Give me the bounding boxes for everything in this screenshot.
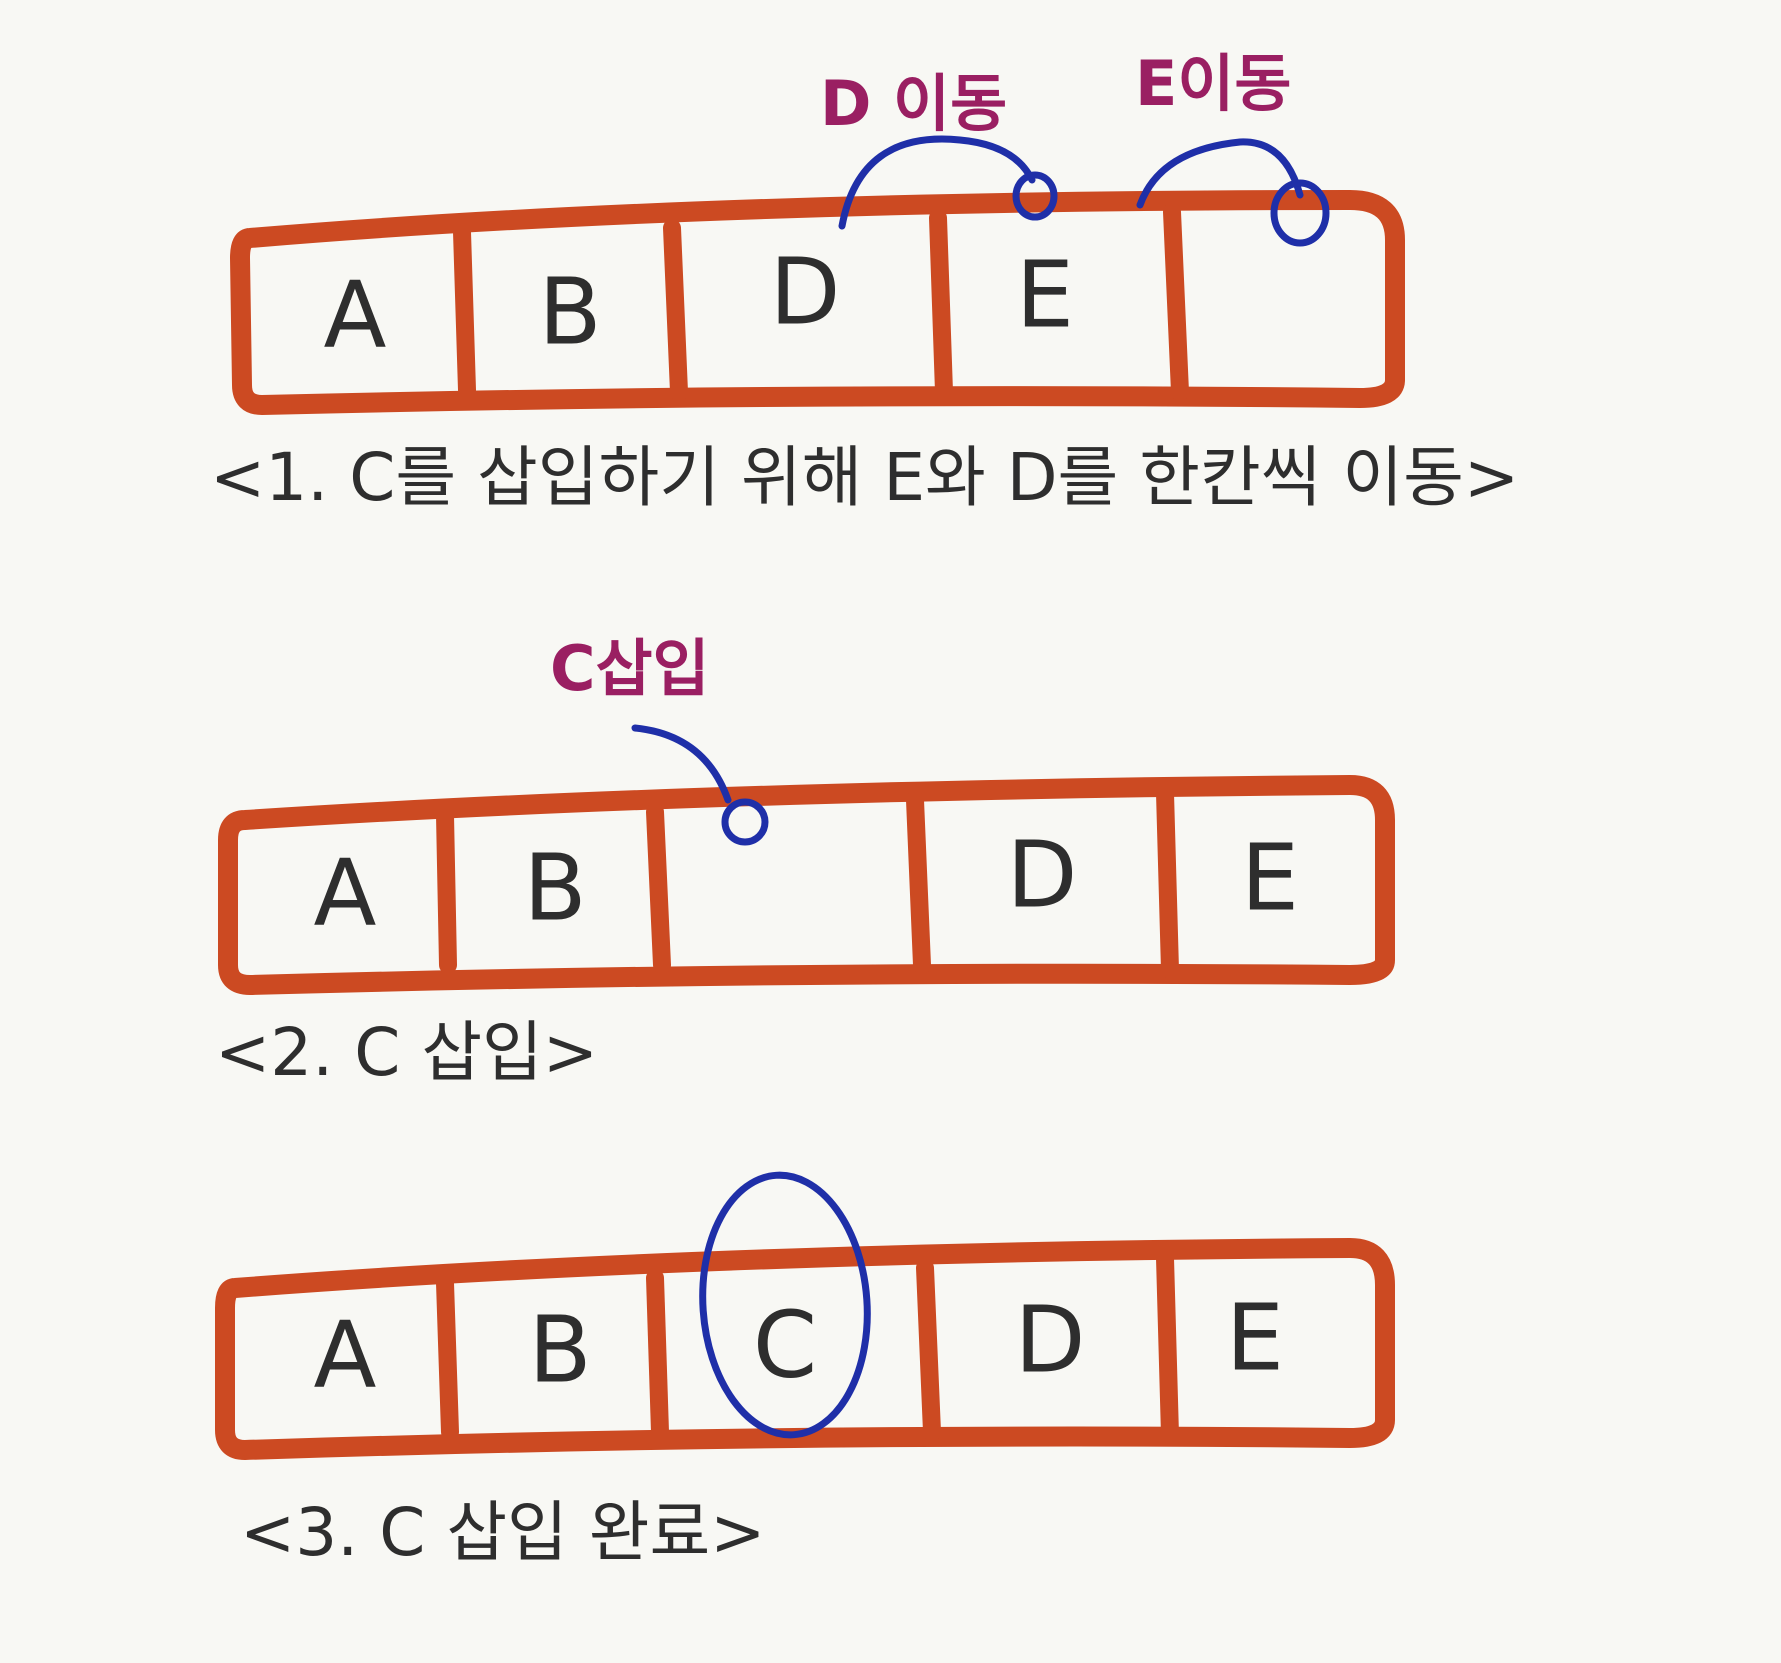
arrow-head-loop: [721, 798, 769, 846]
divider: [646, 1269, 669, 1441]
divider: [906, 791, 931, 974]
divider: [646, 803, 671, 974]
cell-letter: A: [324, 262, 387, 369]
divider: [1156, 784, 1179, 979]
cell-letter: B: [538, 259, 601, 366]
cell-letter: D: [1007, 822, 1078, 929]
array-box-2: [218, 775, 1395, 995]
step-1: A B D E D 이동 E이동 <1. C를 삽입하기 위해 E와 D를 한칸…: [210, 47, 1519, 516]
divider: [436, 1274, 459, 1441]
divider: [929, 209, 953, 401]
step-3: A B C D E <3. C 삽입 완료>: [215, 1171, 1395, 1571]
divider: [436, 806, 457, 974]
step-caption: <3. C 삽입 완료>: [240, 1494, 765, 1571]
note-insert-c: C삽입: [550, 632, 710, 705]
divider: [1163, 203, 1189, 401]
divider: [1156, 1249, 1179, 1444]
cell-letter: A: [314, 1302, 377, 1409]
divider: [916, 1259, 941, 1441]
divider: [663, 219, 688, 401]
step-caption: <2. C 삽입>: [215, 1014, 598, 1091]
cell-letter: C: [753, 1292, 817, 1399]
step-caption: <1. C를 삽입하기 위해 E와 D를 한칸씩 이동>: [210, 439, 1519, 516]
cell-letter: D: [770, 239, 841, 346]
cell-letter: B: [523, 835, 586, 942]
divider: [453, 223, 476, 399]
note-move-d: D 이동: [820, 67, 1007, 140]
note-move-e: E이동: [1135, 47, 1291, 120]
cell-letter: D: [1015, 1287, 1086, 1394]
cell-letter: A: [314, 840, 377, 947]
cell-letter: E: [1241, 825, 1299, 932]
step-2: A B D E C삽입 <2. C 삽입>: [215, 632, 1395, 1091]
array-insertion-diagram: A B D E D 이동 E이동 <1. C를 삽입하기 위해 E와 D를 한칸…: [210, 47, 1519, 1571]
cell-letter: E: [1016, 242, 1074, 349]
cell-letter: E: [1226, 1285, 1284, 1392]
cell-letter: B: [528, 1297, 591, 1404]
